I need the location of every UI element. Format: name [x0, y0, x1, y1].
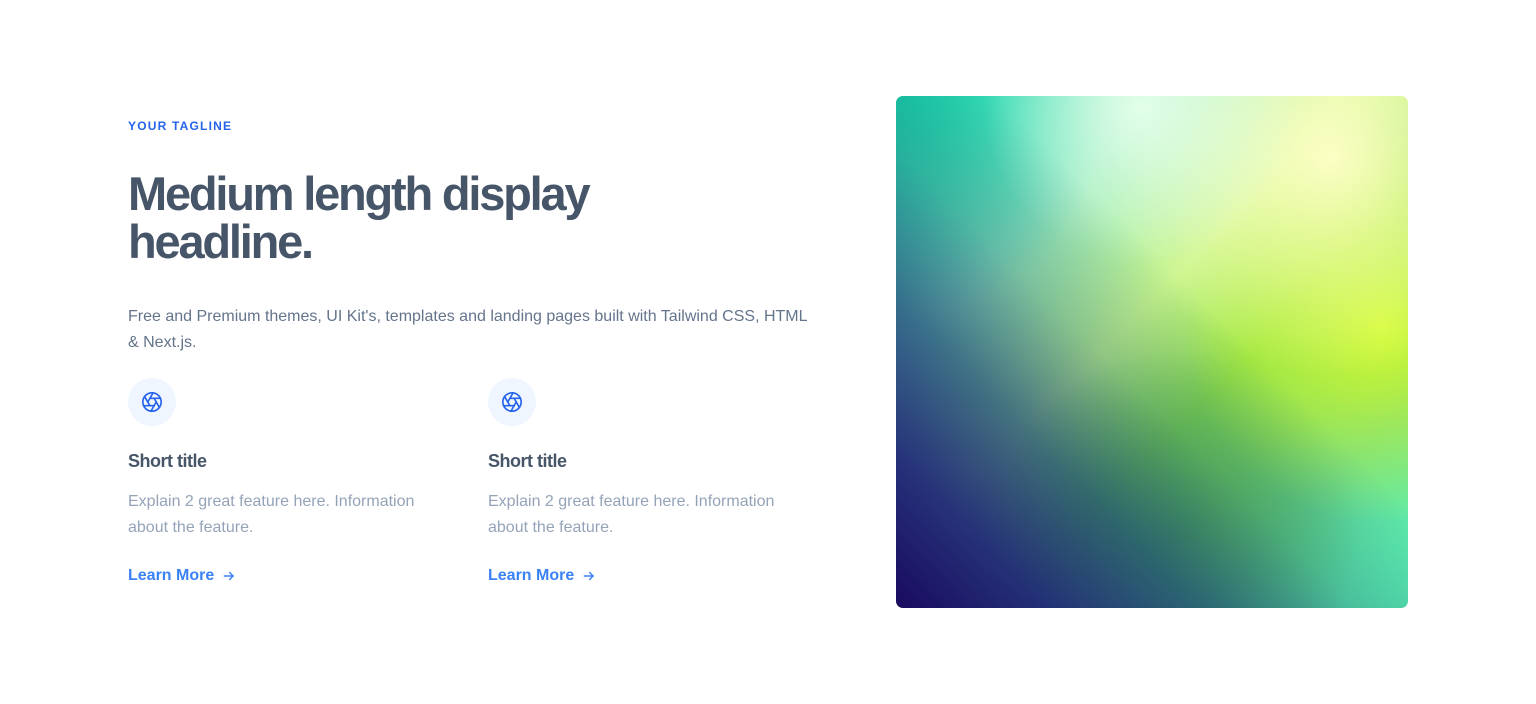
arrow-right-icon	[583, 571, 595, 581]
content-column: YOUR TAGLINE Medium length display headl…	[128, 118, 808, 584]
feature-icon-badge	[488, 378, 536, 426]
feature-list: Short title Explain 2 great feature here…	[128, 378, 808, 598]
feature-icon-badge	[128, 378, 176, 426]
feature-description: Explain 2 great feature here. Informatio…	[488, 493, 775, 536]
feature-section: YOUR TAGLINE Medium length display headl…	[0, 0, 1536, 704]
gradient-image	[896, 96, 1408, 608]
arrow-right-icon	[223, 571, 235, 581]
feature-title: Short title	[128, 451, 207, 471]
aperture-icon	[142, 392, 162, 412]
lead-paragraph: Free and Premium themes, UI Kit's, templ…	[128, 308, 807, 351]
feature-card-1: Short title Explain 2 great feature here…	[128, 378, 458, 587]
page-headline: Medium length display headline.	[128, 167, 591, 268]
learn-more-link[interactable]: Learn More	[128, 565, 236, 587]
learn-more-label: Learn More	[488, 567, 575, 584]
learn-more-label: Learn More	[128, 567, 215, 584]
tagline: YOUR TAGLINE	[128, 119, 233, 133]
feature-title: Short title	[488, 451, 567, 471]
feature-card-2: Short title Explain 2 great feature here…	[488, 378, 818, 587]
learn-more-link[interactable]: Learn More	[488, 565, 596, 587]
aperture-icon	[502, 392, 522, 412]
feature-description: Explain 2 great feature here. Informatio…	[128, 493, 415, 536]
